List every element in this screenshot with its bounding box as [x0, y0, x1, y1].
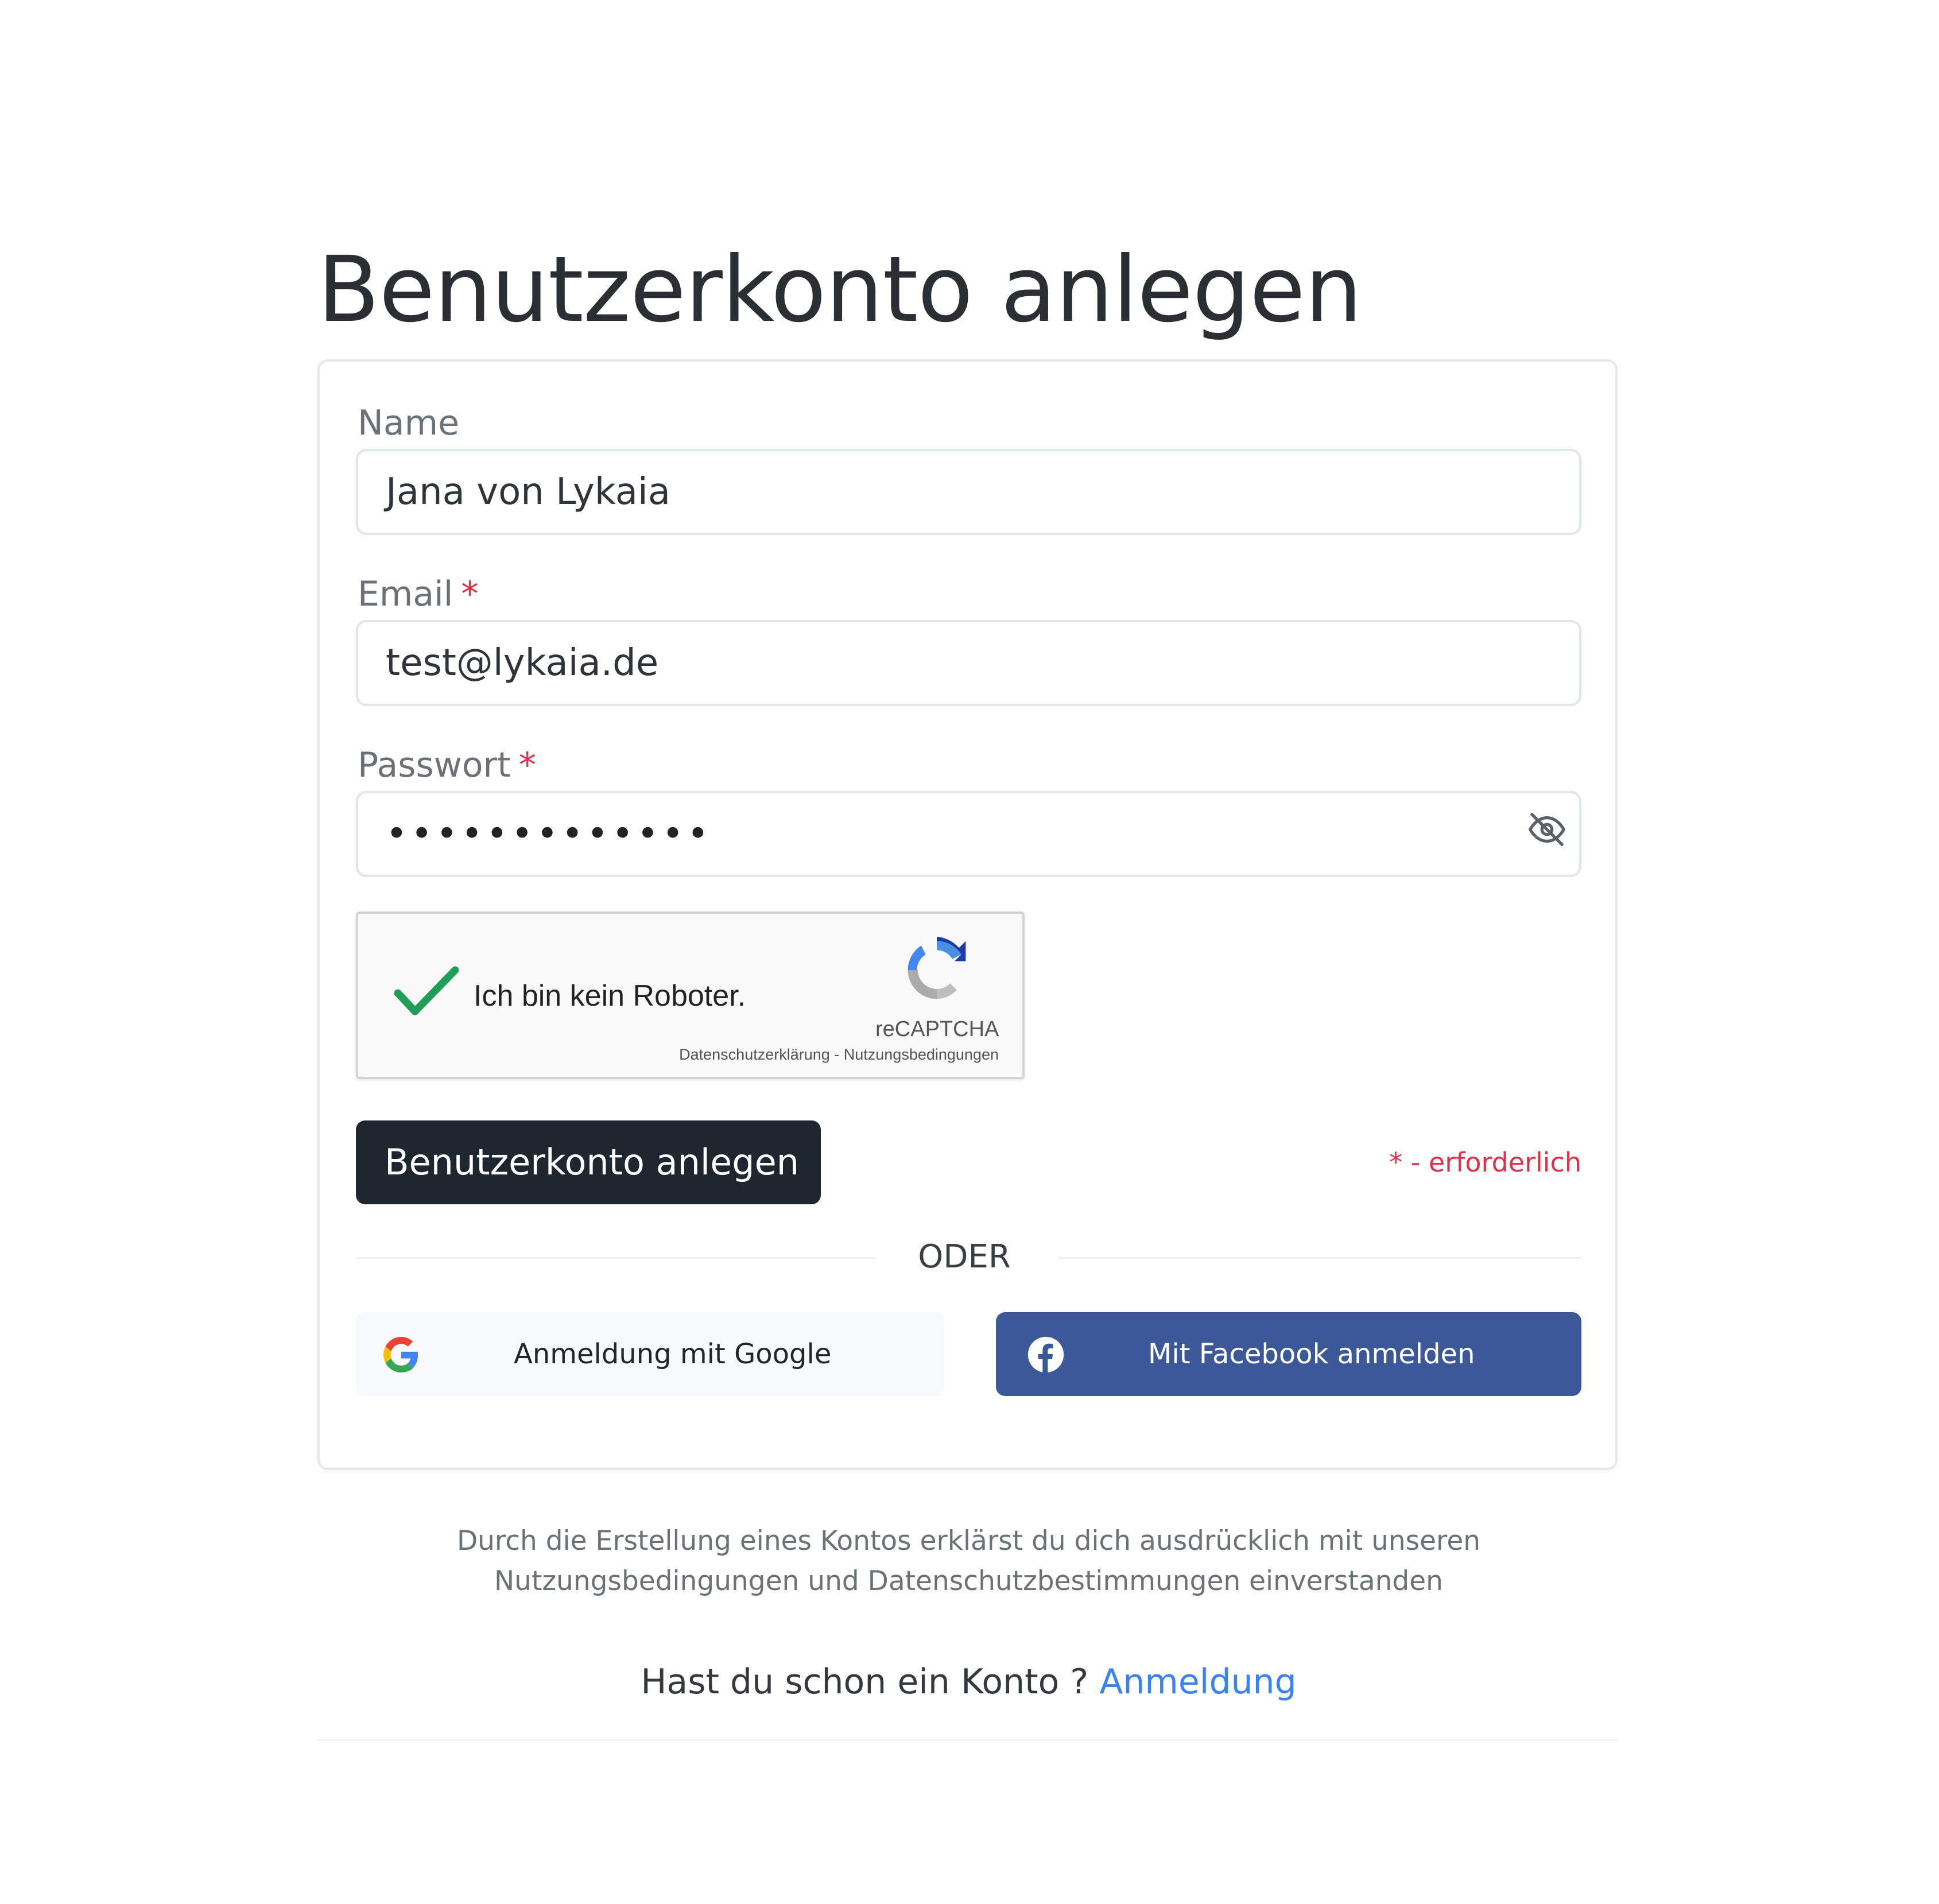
checkmark-icon[interactable] — [393, 963, 462, 1021]
password-input-value: ••••••••••••• — [386, 813, 712, 855]
email-input[interactable]: test@lykaia.de — [356, 620, 1581, 706]
terms-line-1: Durch die Erstellung eines Kontos erklär… — [456, 1525, 1481, 1557]
facebook-icon — [1026, 1335, 1065, 1374]
google-icon — [383, 1337, 419, 1372]
divider-line-right — [1059, 1257, 1581, 1259]
terms-notice: Durch die Erstellung eines Kontos erklär… — [356, 1521, 1581, 1601]
facebook-signin-label: Mit Facebook anmelden — [1148, 1338, 1475, 1370]
google-signin-label: Anmeldung mit Google — [514, 1338, 832, 1370]
login-prompt: Hast du schon ein Konto ? Anmeldung — [356, 1659, 1581, 1705]
required-marker: * — [518, 745, 536, 785]
password-label: Passwort * — [358, 742, 536, 788]
name-input-value: Jana von Lykaia — [386, 471, 670, 513]
recaptcha-label: Ich bin kein Roboter. — [474, 979, 746, 1013]
login-link[interactable]: Anmeldung — [1099, 1662, 1296, 1702]
eye-slash-icon[interactable] — [1527, 809, 1567, 850]
password-label-text: Passwort — [358, 745, 511, 785]
divider-text: ODER — [918, 1238, 1011, 1275]
login-prompt-text: Hast du schon ein Konto ? — [641, 1662, 1089, 1702]
name-input[interactable]: Jana von Lykaia — [356, 449, 1581, 535]
recaptcha-logo-icon — [901, 934, 972, 1006]
name-label-text: Name — [358, 403, 460, 443]
bottom-divider — [317, 1739, 1618, 1741]
page-title: Benutzerkonto anlegen — [317, 237, 1362, 343]
email-label: Email * — [358, 571, 478, 617]
required-marker: * — [461, 574, 479, 614]
terms-line-2: Nutzungsbedingungen und Datenschutzbesti… — [494, 1565, 1443, 1597]
password-input[interactable]: ••••••••••••• — [356, 791, 1581, 877]
recaptcha-links[interactable]: Datenschutzerklärung - Nutzungsbedingung… — [629, 1046, 999, 1064]
email-label-text: Email — [358, 574, 453, 614]
create-account-button[interactable]: Benutzerkonto anlegen — [356, 1120, 821, 1204]
name-label: Name — [358, 400, 459, 446]
divider-line-left — [356, 1257, 875, 1259]
recaptcha-brand: reCAPTCHA — [875, 1017, 999, 1041]
required-note: * - erforderlich — [1389, 1147, 1581, 1178]
create-account-button-label: Benutzerkonto anlegen — [385, 1141, 800, 1183]
email-input-value: test@lykaia.de — [386, 642, 659, 684]
